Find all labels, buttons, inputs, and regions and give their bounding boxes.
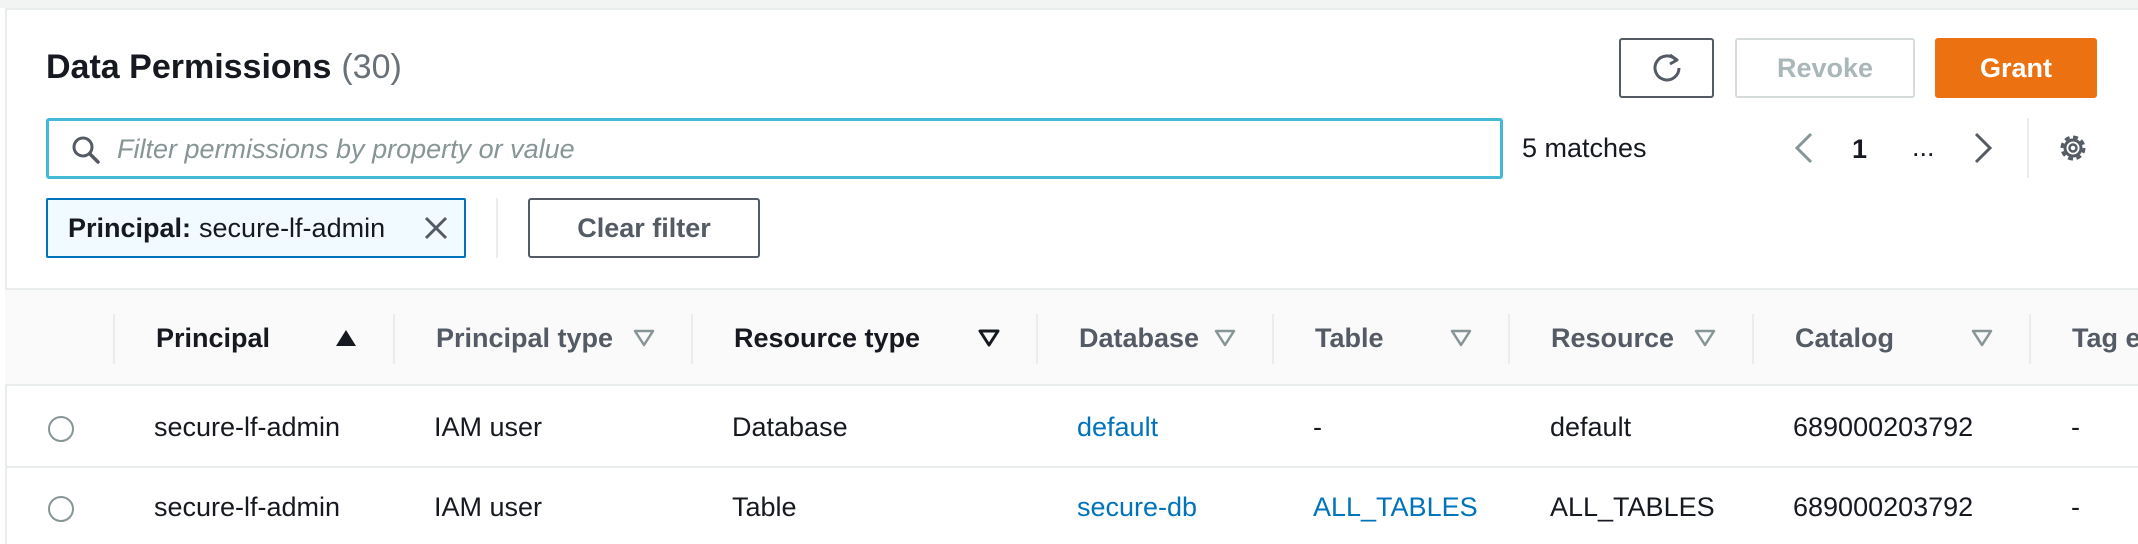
cell-catalog: 689000203792 [1793,412,1974,442]
column-header-principal[interactable]: Principal [156,290,270,386]
column-header-principal-type[interactable]: Principal type [436,290,613,386]
permissions-count: (30) [341,48,402,86]
cell-principal-type: IAM user [434,492,543,522]
gear-icon[interactable] [2056,131,2090,165]
column-divider [393,314,395,364]
column-header-catalog[interactable]: Catalog [1795,290,1894,386]
cell-principal: secure-lf-admin [154,412,341,442]
sort-icon[interactable] [633,328,655,348]
column-divider [691,314,693,364]
cell-principal-type: IAM user [434,412,543,442]
filter-token: Principal: secure-lf-admin [46,198,466,258]
filter-input[interactable] [117,127,1477,171]
sort-icon[interactable] [1694,328,1716,348]
revoke-button[interactable]: Revoke [1735,38,1915,98]
match-count: 5 matches [1522,133,1647,163]
row-select-radio[interactable] [48,496,74,522]
refresh-button[interactable] [1619,38,1714,98]
cell-resource-type: Table [732,492,797,522]
sort-icon[interactable] [978,328,1000,348]
top-strip [0,0,2138,8]
refresh-icon [1653,53,1680,82]
column-divider [1508,314,1510,364]
grant-button[interactable]: Grant [1935,38,2097,98]
cell-resource: ALL_TABLES [1550,492,1715,522]
table-row[interactable]: secure-lf-admin IAM user Database defaul… [5,388,2138,468]
table-row[interactable]: secure-lf-admin IAM user Table secure-db… [5,468,2138,544]
cell-resource-type: Database [732,412,848,442]
chevron-right-icon[interactable] [1968,126,1998,170]
pagination-divider [2027,118,2029,178]
filter-search-box[interactable] [46,118,1503,179]
cell-table: - [1313,412,1322,442]
cell-tag: - [2071,492,2080,522]
column-header-tag[interactable]: Tag e [2072,290,2138,386]
cell-database-link[interactable]: default [1077,412,1158,443]
close-icon[interactable] [420,212,452,244]
column-header-table[interactable]: Table [1315,290,1384,386]
sort-ascending-icon[interactable] [335,328,357,348]
cell-catalog: 689000203792 [1793,492,1974,522]
pagination-ellipsis: ... [1912,132,1935,162]
page-title: Data Permissions (30) [46,48,402,87]
cell-resource: default [1550,412,1632,442]
row-select-radio[interactable] [48,416,74,442]
filter-token-key: Principal: [68,212,192,243]
column-divider [1752,314,1754,364]
search-icon [72,136,100,164]
cell-table-link[interactable]: ALL_TABLES [1313,492,1478,523]
column-divider [113,314,115,364]
sort-icon[interactable] [1214,328,1236,348]
clear-filter-button[interactable]: Clear filter [528,198,760,258]
column-header-resource-type[interactable]: Resource type [734,290,920,386]
page-title-text: Data Permissions [46,48,332,86]
filter-token-value: secure-lf-admin [199,212,386,243]
cell-principal: secure-lf-admin [154,492,341,522]
token-divider [496,198,498,258]
column-header-database[interactable]: Database [1079,290,1199,386]
column-divider [1036,314,1038,364]
cell-database-link[interactable]: secure-db [1077,492,1197,523]
table-header: Principal Principal type Resource type D… [5,288,2138,386]
column-divider [2029,314,2031,364]
column-header-resource[interactable]: Resource [1551,290,1674,386]
column-divider [1272,314,1274,364]
chevron-left-icon[interactable] [1789,126,1819,170]
pagination-current-page[interactable]: 1 [1852,134,1867,165]
sort-icon[interactable] [1971,328,1993,348]
sort-icon[interactable] [1450,328,1472,348]
cell-tag: - [2071,412,2080,442]
